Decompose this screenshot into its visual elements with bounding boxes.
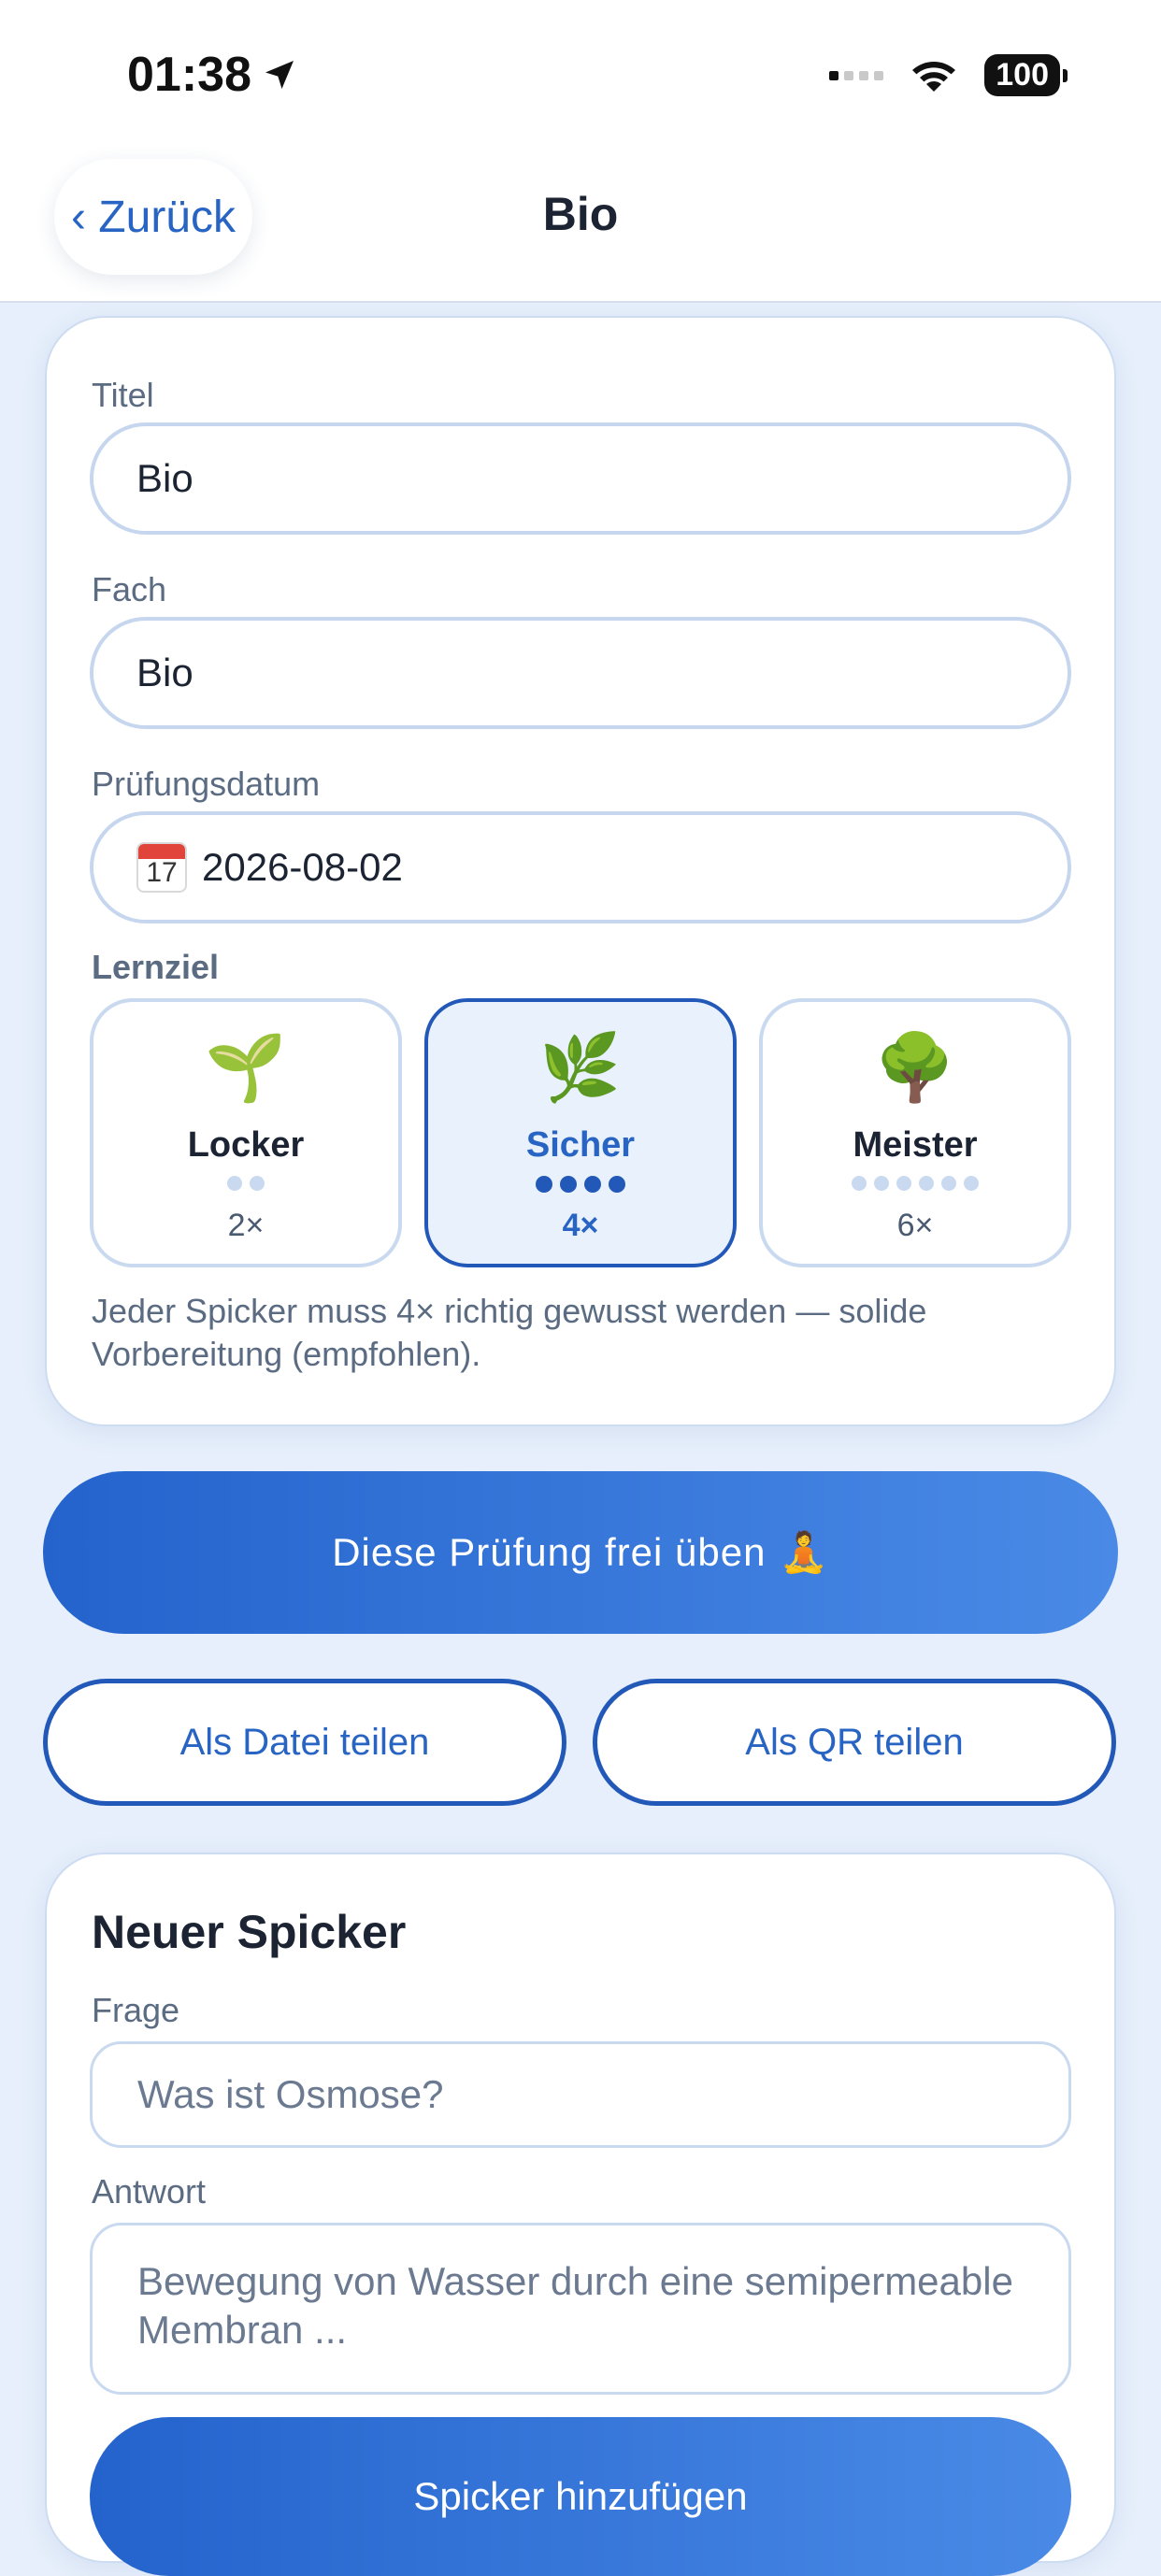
seedling-icon: 🌱	[205, 1031, 287, 1104]
goal-option-sicher[interactable]: 🌿 Sicher 4×	[424, 998, 737, 1267]
navigation-bar: ‹ Zurück Bio	[0, 150, 1161, 303]
question-label: Frage	[92, 1991, 180, 2029]
level-dot	[560, 1176, 577, 1193]
goal-option-name: Locker	[187, 1125, 305, 1165]
level-dot	[896, 1176, 911, 1191]
level-dot	[874, 1176, 889, 1191]
exam-date-field[interactable]: 17 2026-08-02	[90, 811, 1071, 923]
learning-goal-description: Jeder Spicker muss 4× richtig gewusst we…	[92, 1292, 927, 1373]
answer-input[interactable]	[90, 2223, 1071, 2395]
level-dot	[227, 1176, 242, 1191]
title-field-value: Bio	[136, 456, 194, 500]
goal-option-locker[interactable]: 🌱 Locker 2×	[90, 998, 402, 1267]
calendar-icon-day: 17	[146, 857, 178, 888]
status-time: 01:38	[127, 47, 298, 103]
level-dot	[964, 1176, 979, 1191]
level-dot	[852, 1176, 867, 1191]
meditation-icon: 🧘	[779, 1529, 829, 1574]
battery-indicator: 100	[984, 54, 1068, 96]
answer-label: Antwort	[92, 2172, 207, 2211]
herb-icon: 🌿	[539, 1031, 622, 1104]
page-title: Bio	[542, 188, 619, 240]
cellular-signal-icon	[829, 70, 884, 80]
practice-exam-button[interactable]: Diese Prüfung frei üben 🧘	[43, 1471, 1118, 1634]
practice-exam-label: Diese Prüfung frei üben	[332, 1530, 767, 1574]
subject-label: Fach	[92, 570, 167, 608]
subject-field[interactable]: Bio	[90, 617, 1071, 729]
level-dot	[536, 1176, 552, 1193]
tree-icon: 🌳	[874, 1031, 956, 1104]
goal-option-count: 6×	[896, 1208, 934, 1243]
goal-option-count: 2×	[227, 1208, 265, 1243]
subject-field-value: Bio	[136, 651, 194, 694]
level-dot	[919, 1176, 934, 1191]
exam-date-label: Prüfungsdatum	[92, 765, 321, 803]
wifi-icon	[912, 61, 956, 92]
title-field[interactable]: Bio	[90, 422, 1071, 535]
level-dot	[609, 1176, 625, 1193]
new-cheatsheet-heading: Neuer Spicker	[92, 1906, 407, 1958]
location-arrow-icon	[265, 61, 294, 89]
status-time-text: 01:38	[127, 48, 251, 102]
calendar-icon: 17	[136, 842, 187, 893]
new-cheatsheet-card: Neuer Spicker Frage Antwort Spicker hinz…	[45, 1853, 1116, 2576]
exam-settings-card: Titel Bio Fach Bio Prüfungsdatum 17 2026…	[45, 316, 1116, 1426]
status-bar: 01:38 100	[0, 0, 1161, 150]
title-label: Titel	[92, 376, 154, 414]
goal-option-name: Meister	[853, 1125, 978, 1165]
status-indicators: 100	[829, 54, 1068, 96]
level-dot	[584, 1176, 601, 1193]
goal-option-count: 4×	[562, 1208, 599, 1243]
goal-level-dots	[428, 1176, 733, 1193]
level-dot	[941, 1176, 956, 1191]
goal-level-dots	[93, 1176, 398, 1191]
learning-goal-label: Lernziel	[92, 948, 220, 986]
level-dot	[250, 1176, 265, 1191]
add-cheatsheet-button[interactable]: Spicker hinzufügen	[90, 2417, 1071, 2576]
share-as-qr-button[interactable]: Als QR teilen	[593, 1679, 1116, 1806]
goal-option-meister[interactable]: 🌳 Meister 6×	[759, 998, 1071, 1267]
question-input[interactable]	[90, 2041, 1071, 2148]
goal-level-dots	[763, 1176, 1068, 1191]
share-as-file-button[interactable]: Als Datei teilen	[43, 1679, 566, 1806]
goal-option-name: Sicher	[525, 1125, 636, 1165]
exam-date-value: 2026-08-02	[202, 845, 403, 889]
